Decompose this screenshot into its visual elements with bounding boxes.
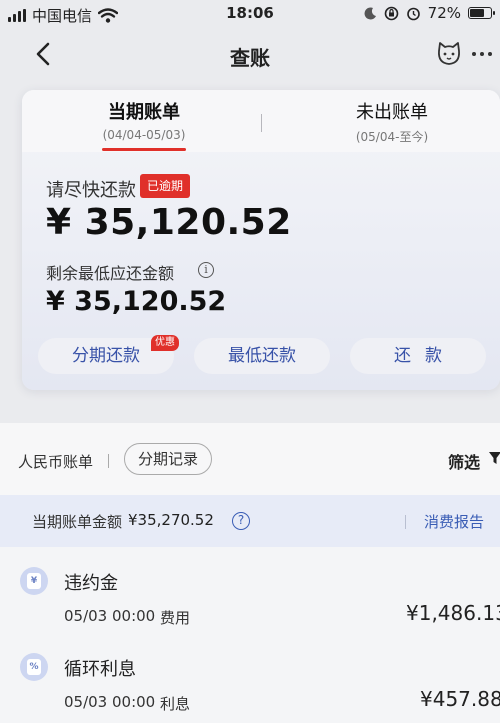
status-bar: 中国电信 18:06 72% [0, 0, 500, 28]
fee-type: 利息 [160, 695, 191, 713]
currency-bill-label[interactable]: 人民币账单 [18, 451, 93, 472]
spending-report-link[interactable]: 消费报告 [424, 511, 484, 532]
min-due-amount: ¥ 35,120.52 [46, 286, 227, 317]
active-tab-indicator [102, 148, 186, 151]
chevron-left-icon[interactable] [30, 40, 58, 68]
tab-range: (05/04-至今) [355, 130, 429, 144]
penalty-fee-icon: ¥ [20, 567, 48, 595]
more-dots-icon[interactable] [472, 52, 492, 56]
installment-record-button[interactable]: 分期记录 [124, 443, 212, 475]
interest-icon: % [20, 653, 48, 681]
tab-unbilled[interactable]: 未出账单 (05/04-至今) [282, 98, 500, 145]
lock-rotation-icon [384, 6, 398, 20]
fee-name: 违约金 [64, 573, 118, 594]
overdue-badge: 已逾期 [140, 174, 191, 198]
filter-icon[interactable] [488, 451, 500, 465]
promo-badge: 优惠 [151, 335, 179, 351]
fee-type: 费用 [160, 609, 191, 627]
filter-divider [108, 454, 109, 468]
tab-current-bill[interactable]: 当期账单 (04/04-05/03) [34, 98, 254, 142]
filter-bar: 人民币账单 分期记录 筛选 [0, 423, 500, 495]
bill-tabs: 当期账单 (04/04-05/03) 未出账单 (05/04-至今) [22, 90, 500, 152]
nav-bar: 查账 [0, 28, 500, 80]
fee-icon-glyph: % [27, 659, 41, 675]
help-icon[interactable]: ? [232, 512, 250, 530]
battery-icon [468, 7, 495, 19]
tab-label: 当期账单 [108, 102, 180, 123]
bill-card: 当期账单 (04/04-05/03) 未出账单 (05/04-至今) 请尽快还款… [22, 90, 500, 390]
summary-amount: ¥35,270.52 [128, 511, 214, 529]
min-due-label: 剩余最低应还金额 [46, 264, 175, 283]
repay-prompt: 请尽快还款 [46, 180, 136, 201]
info-icon[interactable]: i [198, 262, 214, 278]
bill-detail-section: 人民币账单 分期记录 筛选 当期账单金额 ¥35,270.52 ? 消费报告 ¥… [0, 423, 500, 723]
tab-label: 未出账单 [356, 102, 428, 123]
minimum-repay-button[interactable]: 最低还款 [194, 338, 330, 374]
alarm-icon [406, 7, 420, 20]
fee-icon-glyph: ¥ [27, 573, 41, 589]
fee-amount: ¥1,486.13 [406, 601, 500, 625]
battery-percent: 72% [427, 4, 461, 22]
page-title: 查账 [230, 46, 270, 70]
fee-name: 循环利息 [64, 659, 136, 680]
tab-range: (04/04-05/03) [102, 128, 186, 142]
status-right: 72% [364, 4, 495, 22]
tab-divider [261, 114, 262, 132]
filter-button[interactable]: 筛选 [448, 449, 480, 473]
fee-date: 05/03 00:00 [64, 693, 156, 711]
list-item[interactable]: ¥ 违约金 05/03 00:00 费用 ¥1,486.13 [0, 559, 500, 641]
total-due-amount: ¥ 35,120.52 [46, 202, 292, 243]
bill-summary-row: 当期账单金额 ¥35,270.52 ? 消费报告 [0, 495, 500, 547]
repay-button[interactable]: 还款 [350, 338, 486, 374]
cat-face-icon[interactable] [436, 41, 462, 67]
fee-date: 05/03 00:00 [64, 607, 156, 625]
summary-divider [405, 515, 406, 529]
moon-icon [364, 6, 376, 19]
fee-amount: ¥457.88 [420, 687, 500, 711]
summary-label: 当期账单金额 [32, 513, 123, 531]
list-item[interactable]: % 循环利息 05/03 00:00 利息 ¥457.88 [0, 645, 500, 723]
